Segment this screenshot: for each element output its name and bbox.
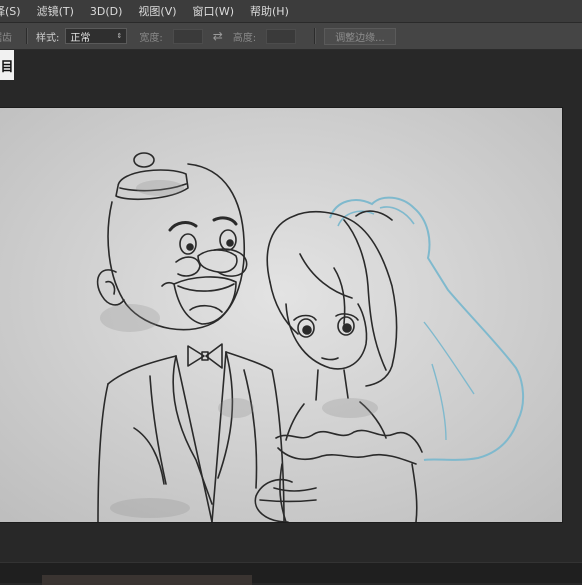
options-bar: 锯齿 样式: 正常 ⇕ 宽度: ⇄ 高度: 调整边缘... — [0, 23, 582, 50]
swap-icon[interactable]: ⇄ — [213, 29, 223, 43]
height-label: 高度: — [232, 32, 257, 44]
select-arrows-icon: ⇕ — [116, 32, 123, 40]
menu-3d[interactable]: 3D(D) — [82, 5, 131, 18]
style-select[interactable]: 正常 ⇕ — [65, 28, 128, 44]
sketch-image — [0, 108, 562, 522]
height-field[interactable] — [266, 28, 297, 44]
style-label: 样式: — [36, 32, 60, 44]
refine-edge-button[interactable]: 调整边缘... — [324, 27, 396, 45]
menu-help[interactable]: 帮助(H) — [242, 3, 297, 19]
menu-filter[interactable]: 滤镜(T) — [29, 3, 82, 19]
menu-select[interactable]: 择(S) — [0, 3, 29, 19]
anti-alias-label: 锯齿 — [0, 32, 12, 44]
tool-icon[interactable]: 目 — [0, 50, 14, 80]
style-value: 正常 — [70, 32, 91, 44]
width-label: 宽度: — [139, 32, 163, 44]
menu-bar: 择(S) 滤镜(T) 3D(D) 视图(V) 窗口(W) 帮助(H) — [0, 0, 582, 23]
width-field[interactable] — [172, 28, 203, 44]
thumbnail-strip — [42, 575, 252, 585]
menu-view[interactable]: 视图(V) — [130, 3, 184, 19]
divider — [314, 28, 317, 44]
bottom-panel — [0, 562, 582, 585]
document-canvas[interactable] — [0, 108, 562, 522]
menu-window[interactable]: 窗口(W) — [185, 3, 242, 19]
divider — [26, 28, 28, 44]
